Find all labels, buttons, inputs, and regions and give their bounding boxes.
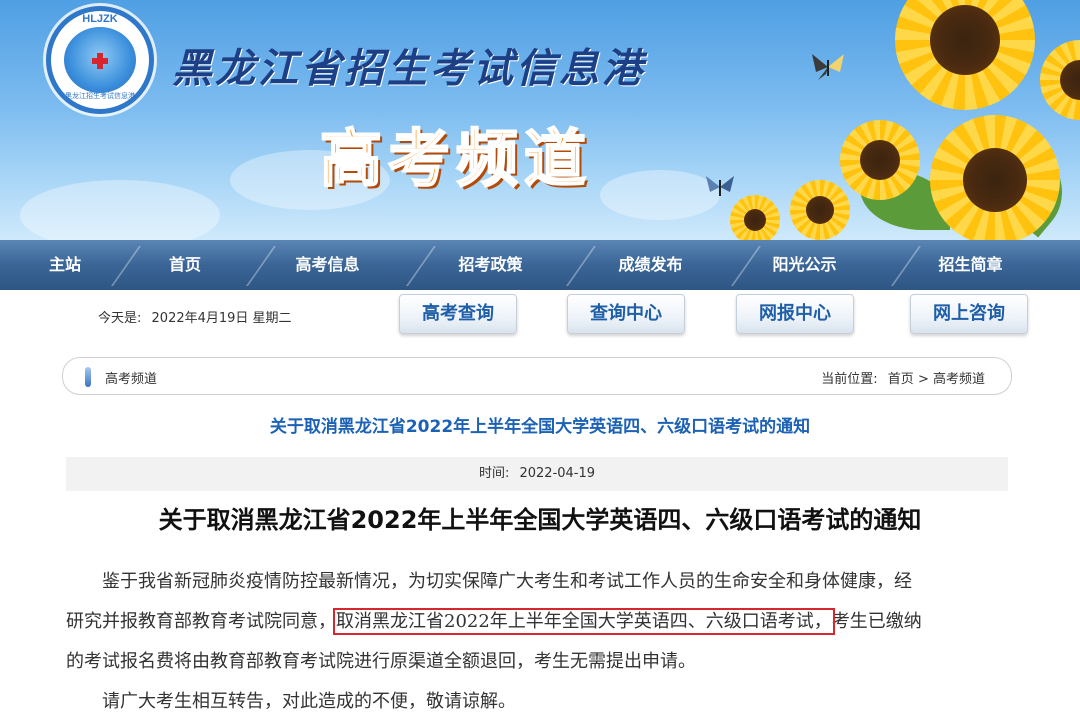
paragraph-text: 请广大考生相互转告，对此造成的不便，敬请谅解。 <box>102 691 516 712</box>
cross-icon <box>92 53 108 69</box>
nav-item-brochure[interactable]: 招生简章 <box>928 240 1013 290</box>
breadcrumb-home-link[interactable]: 首页 <box>888 372 914 387</box>
globe-icon <box>64 27 136 93</box>
paragraph-text: 鉴于我省新冠肺炎疫情防控最新情况，为切实保障广大考生和考试工作人员的生命安全和身… <box>102 571 912 592</box>
online-consult-button[interactable]: 网上咨询 <box>910 294 1028 334</box>
time-label: 时间: <box>478 466 510 481</box>
article-paragraph-line: 研究并报教育部教育考试院同意，取消黑龙江省2022年上半年全国大学英语四、六级口… <box>66 602 1016 642</box>
paragraph-text: 的考试报名费将由教育部教育考试院进行原渠道全额退回，考生无需提出申请。 <box>66 651 696 672</box>
header-banner: HLJZK 黑龙江招生考试信息港 黑龙江省招生考试信息港 高考频道 <box>0 0 1080 240</box>
query-center-button[interactable]: 查询中心 <box>567 294 685 334</box>
today-value: 2022年4月19日 星期二 <box>151 311 292 326</box>
paragraph-text: 研究并报教育部教育考试院同意， <box>66 611 336 632</box>
article-link-title[interactable]: 关于取消黑龙江省2022年上半年全国大学英语四、六级口语考试的通知 <box>0 412 1080 437</box>
breadcrumb-location: 当前位置: 首页 > 高考频道 <box>821 368 985 387</box>
article-meta: 时间: 2022-04-19 <box>66 457 1008 491</box>
nav-item-main-site[interactable]: 主站 <box>30 240 100 290</box>
location-label: 当前位置: <box>821 372 878 387</box>
online-registration-button[interactable]: 网报中心 <box>736 294 854 334</box>
breadcrumb-separator: > <box>917 372 929 387</box>
section-marker-icon <box>85 367 91 387</box>
butterfly-icon <box>812 54 844 80</box>
time-value: 2022-04-19 <box>519 466 596 481</box>
article-paragraph: 请广大考生相互转告，对此造成的不便，敬请谅解。 <box>66 682 1016 722</box>
breadcrumb: 高考频道 当前位置: 首页 > 高考频道 <box>62 357 1012 395</box>
article-paragraph-line: 的考试报名费将由教育部教育考试院进行原渠道全额退回，考生无需提出申请。 <box>66 642 1016 682</box>
channel-title: 高考频道 <box>319 121 593 196</box>
logo-subtitle: 黑龙江招生考试信息港 <box>65 92 135 100</box>
breadcrumb-current-link[interactable]: 高考频道 <box>933 372 985 387</box>
article-title: 关于取消黑龙江省2022年上半年全国大学英语四、六级口语考试的通知 <box>158 506 922 534</box>
breadcrumb-channel: 高考频道 <box>105 372 158 387</box>
nav-item-home[interactable]: 首页 <box>150 240 220 290</box>
site-logo[interactable]: HLJZK 黑龙江招生考试信息港 <box>46 6 154 114</box>
butterfly-icon <box>706 176 734 196</box>
main-nav: 主站 首页 高考信息 招考政策 成绩发布 阳光公示 招生简章 <box>0 240 1080 290</box>
today-label: 今天是: <box>98 311 142 326</box>
nav-item-policy[interactable]: 招考政策 <box>448 240 533 290</box>
nav-item-gaokao-info[interactable]: 高考信息 <box>285 240 370 290</box>
nav-item-scores[interactable]: 成绩发布 <box>608 240 693 290</box>
today-date: 今天是: 2022年4月19日 星期二 <box>98 307 292 326</box>
gaokao-query-button[interactable]: 高考查询 <box>399 294 517 334</box>
nav-item-public-notice[interactable]: 阳光公示 <box>762 240 847 290</box>
site-title: 黑龙江省招生考试信息港 <box>172 45 645 92</box>
highlighted-text: 取消黑龙江省2022年上半年全国大学英语四、六级口语考试， <box>333 608 835 635</box>
article-paragraph: 鉴于我省新冠肺炎疫情防控最新情况，为切实保障广大考生和考试工作人员的生命安全和身… <box>66 562 1016 602</box>
logo-abbr: HLJZK <box>82 13 118 25</box>
paragraph-text: 考生已缴纳 <box>831 611 922 632</box>
